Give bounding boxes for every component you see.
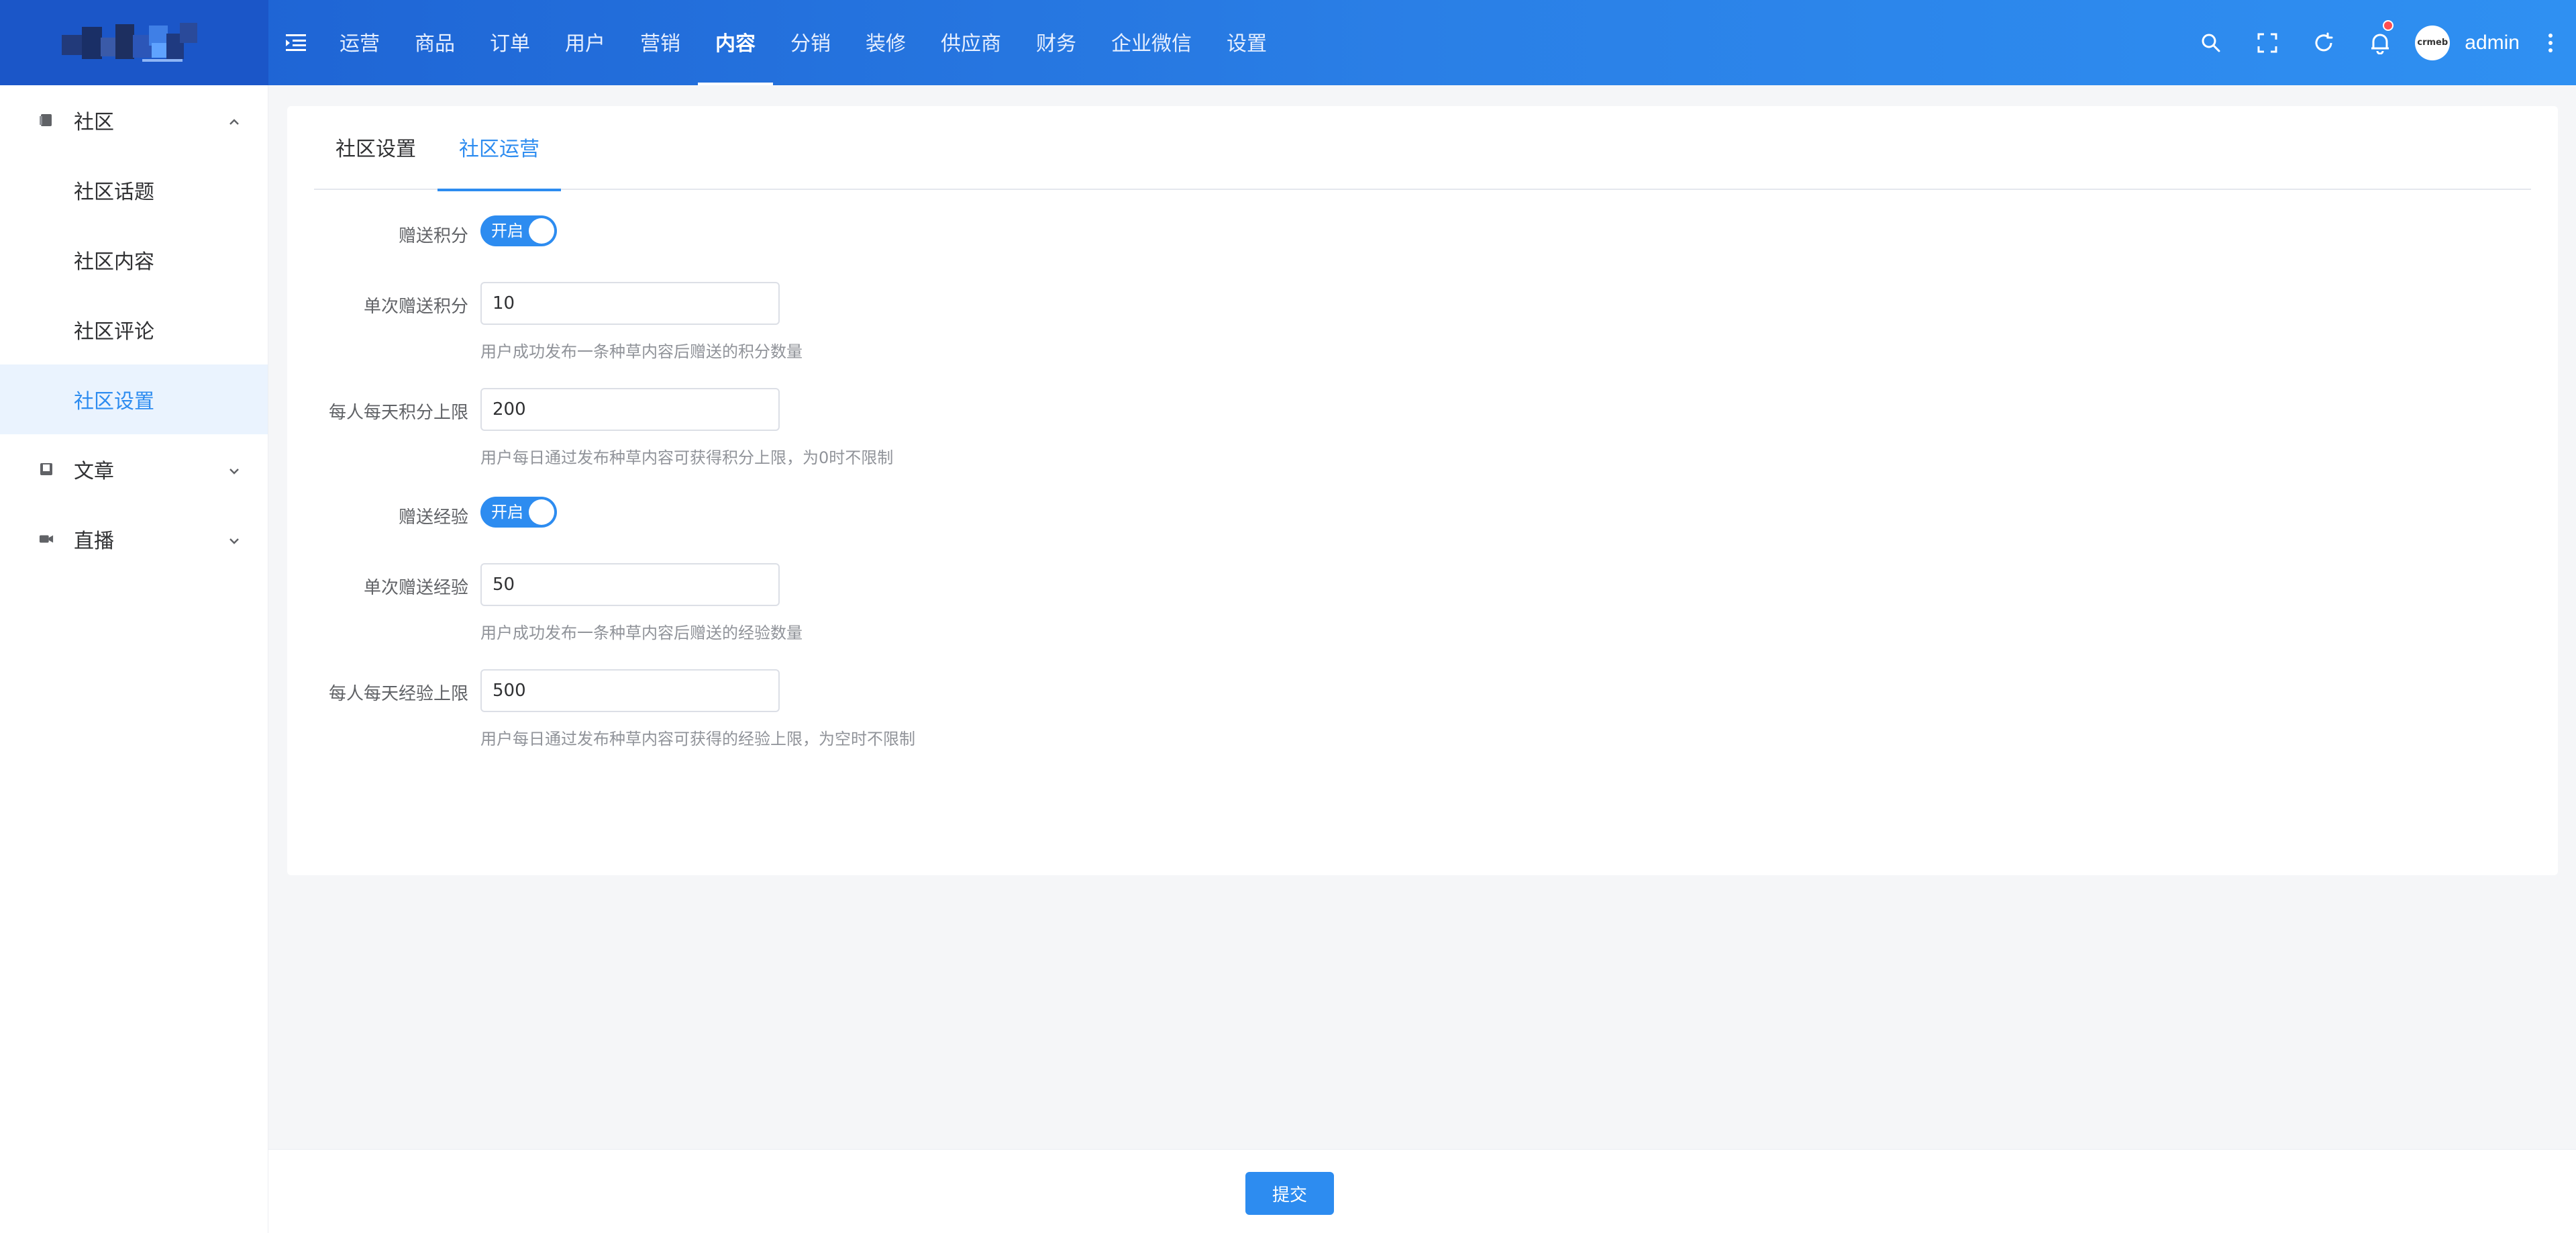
sidebar: 社区 社区话题 社区内容 社区评论 社区设置 文章 直播 xyxy=(0,85,268,1233)
nav-item-marketing[interactable]: 营销 xyxy=(623,0,698,85)
blurred-logo-image xyxy=(62,20,203,67)
logo[interactable] xyxy=(0,0,268,85)
top-nav: 运营 商品 订单 用户 营销 内容 分销 装修 供应商 财务 企业微信 设置 xyxy=(322,0,1284,85)
points-per-post-input[interactable] xyxy=(480,282,780,325)
more-vertical-icon[interactable] xyxy=(2537,0,2564,85)
tabs: 社区设置 社区运营 xyxy=(314,106,2531,191)
sidebar-item-community-topics[interactable]: 社区话题 xyxy=(0,155,268,225)
nav-item-users[interactable]: 用户 xyxy=(548,0,623,85)
menu-fold-icon[interactable] xyxy=(285,32,307,52)
gift-points-label: 赠送积分 xyxy=(398,226,468,246)
exp-per-post-hint: 用户成功发布一条种草内容后赠送的经验数量 xyxy=(480,624,803,642)
refresh-icon[interactable] xyxy=(2296,0,2352,85)
exp-per-post-label: 单次赠送经验 xyxy=(363,578,468,598)
sidebar-group-community[interactable]: 社区 xyxy=(0,85,268,155)
nav-item-decoration[interactable]: 装修 xyxy=(848,0,923,85)
daily-exp-limit-input[interactable] xyxy=(480,669,780,712)
search-icon[interactable] xyxy=(2183,0,2239,85)
toggle-switch[interactable]: 开启 xyxy=(480,215,557,246)
sidebar-item-community-settings[interactable]: 社区设置 xyxy=(0,364,268,434)
gift-exp-label: 赠送经验 xyxy=(398,507,468,528)
nav-item-finance[interactable]: 财务 xyxy=(1019,0,1094,85)
nav-item-supplier[interactable]: 供应商 xyxy=(923,0,1019,85)
fullscreen-icon[interactable] xyxy=(2239,0,2296,85)
avatar: crmeb xyxy=(2415,25,2451,60)
tab-community-operations[interactable]: 社区运营 xyxy=(437,106,561,191)
sidebar-group-live[interactable]: 直播 xyxy=(0,504,268,574)
chevron-down-icon xyxy=(226,531,242,547)
video-camera-icon xyxy=(39,532,54,546)
sidebar-group-label: 文章 xyxy=(74,460,114,483)
nav-item-settings[interactable]: 设置 xyxy=(1209,0,1284,85)
daily-points-limit-input[interactable] xyxy=(480,388,780,431)
daily-exp-limit-hint: 用户每日通过发布种草内容可获得的经验上限，为空时不限制 xyxy=(480,730,915,748)
top-header: 运营 商品 订单 用户 营销 内容 分销 装修 供应商 财务 企业微信 设置 c… xyxy=(0,0,2576,85)
switch-text: 开启 xyxy=(491,221,523,240)
form-row-points-per-post: 单次赠送积分 用户成功发布一条种草内容后赠送的积分数量 xyxy=(287,282,2558,361)
sidebar-group-articles[interactable]: 文章 xyxy=(0,434,268,504)
nav-item-operations[interactable]: 运营 xyxy=(322,0,397,85)
chevron-up-icon xyxy=(226,112,242,128)
points-per-post-label: 单次赠送积分 xyxy=(363,297,468,317)
toggle-switch[interactable]: 开启 xyxy=(480,497,557,528)
switch-knob xyxy=(529,218,554,244)
form-row-daily-points-limit: 每人每天积分上限 用户每日通过发布种草内容可获得积分上限，为0时不限制 xyxy=(287,388,2558,467)
submit-button[interactable]: 提交 xyxy=(1245,1172,1334,1215)
sidebar-group-label: 社区 xyxy=(74,111,114,134)
form-row-exp-per-post: 单次赠送经验 用户成功发布一条种草内容后赠送的经验数量 xyxy=(287,563,2558,642)
gift-points-switch[interactable]: 开启 xyxy=(480,215,557,246)
switch-knob xyxy=(529,499,554,525)
nav-item-content[interactable]: 内容 xyxy=(698,0,773,85)
header-tools: crmeb admin xyxy=(2183,0,2576,85)
daily-points-limit-label: 每人每天积分上限 xyxy=(328,403,468,423)
notification-badge xyxy=(2383,20,2394,31)
nav-item-wecom[interactable]: 企业微信 xyxy=(1094,0,1209,85)
bell-icon[interactable] xyxy=(2352,0,2408,85)
nav-item-distribution[interactable]: 分销 xyxy=(773,0,848,85)
sidebar-item-community-content[interactable]: 社区内容 xyxy=(0,225,268,295)
switch-text: 开启 xyxy=(491,503,523,522)
article-icon xyxy=(39,462,54,477)
sidebar-group-label: 直播 xyxy=(74,530,114,553)
exp-per-post-input[interactable] xyxy=(480,563,780,606)
chevron-down-icon xyxy=(226,461,242,477)
username: admin xyxy=(2465,31,2520,54)
gift-exp-switch[interactable]: 开启 xyxy=(480,497,557,528)
form-row-daily-exp-limit: 每人每天经验上限 用户每日通过发布种草内容可获得的经验上限，为空时不限制 xyxy=(287,669,2558,748)
form-row-gift-points: 赠送积分 开启 xyxy=(287,215,2558,249)
community-icon xyxy=(39,113,54,128)
tab-community-settings[interactable]: 社区设置 xyxy=(314,106,437,190)
points-per-post-hint: 用户成功发布一条种草内容后赠送的积分数量 xyxy=(480,342,803,361)
nav-item-orders[interactable]: 订单 xyxy=(472,0,548,85)
daily-exp-limit-label: 每人每天经验上限 xyxy=(328,684,468,704)
form-row-gift-exp: 赠送经验 开启 xyxy=(287,497,2558,530)
user-menu[interactable]: crmeb admin xyxy=(2408,0,2537,85)
settings-card: 社区设置 社区运营 赠送积分 开启 单次赠送积分 用户成功发布一条种草内容后赠送… xyxy=(287,106,2558,875)
footer-bar: 提交 xyxy=(268,1149,2576,1233)
nav-item-products[interactable]: 商品 xyxy=(397,0,472,85)
daily-points-limit-hint: 用户每日通过发布种草内容可获得积分上限，为0时不限制 xyxy=(480,448,894,467)
sidebar-item-community-comments[interactable]: 社区评论 xyxy=(0,295,268,364)
